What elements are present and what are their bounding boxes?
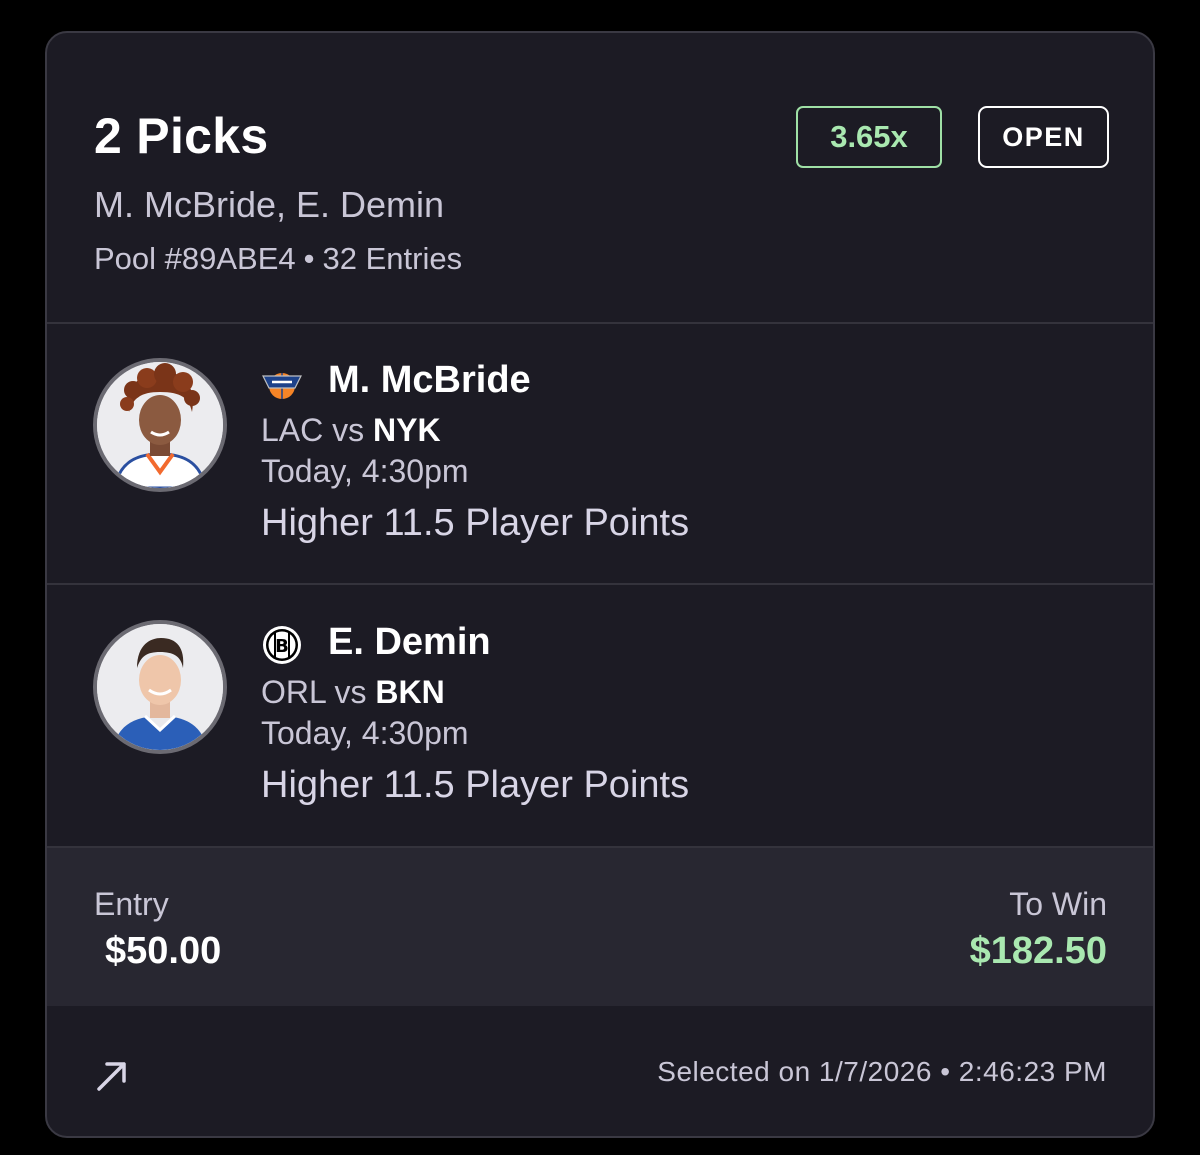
to-win-label: To Win — [1009, 886, 1107, 922]
versus-label: vs — [332, 412, 365, 448]
pool-id: Pool #89ABE4 — [94, 241, 296, 276]
entry-totals-panel: Entry $50.00 To Win $182.50 — [47, 846, 1153, 1006]
prop-line: Higher 11.5 Player Points — [261, 764, 690, 806]
pool-info: Pool #89ABE4 • 32 Entries — [94, 241, 462, 277]
players-summary: M. McBride, E. Demin — [94, 184, 445, 225]
entry-card[interactable]: 2 Picks M. McBride, E. Demin Pool #89ABE… — [45, 31, 1155, 1138]
entry-header: 2 Picks M. McBride, E. Demin Pool #89ABE… — [47, 33, 1153, 324]
player-headshot-image — [97, 362, 223, 488]
home-team: NYK — [373, 412, 441, 448]
entry-footer: Selected on 1/7/2026 • 2:46:23 PM — [47, 1006, 1153, 1136]
game-time: Today, 4:30pm — [261, 715, 469, 751]
matchup: LAC vs NYK — [261, 412, 441, 449]
to-win-amount: $182.50 — [969, 930, 1107, 972]
home-team: BKN — [375, 674, 445, 710]
player-name: E. Demin — [328, 621, 491, 663]
entry-amount: $50.00 — [105, 930, 222, 972]
player-avatar — [93, 620, 227, 754]
picks-title: 2 Picks — [94, 108, 269, 164]
selected-timestamp: Selected on 1/7/2026 • 2:46:23 PM — [657, 1056, 1107, 1087]
player-headshot-image — [97, 624, 223, 750]
entries-count: 32 Entries — [322, 241, 463, 276]
away-team: ORL — [261, 674, 326, 710]
knicks-logo-icon — [261, 362, 303, 404]
versus-label: vs — [334, 674, 367, 710]
game-time: Today, 4:30pm — [261, 453, 469, 489]
player-name: M. McBride — [328, 359, 531, 401]
status-badge: OPEN — [978, 106, 1109, 168]
nets-logo-icon: B — [261, 624, 303, 666]
away-team: LAC — [261, 412, 324, 448]
matchup: ORL vs BKN — [261, 674, 445, 711]
prop-line: Higher 11.5 Player Points — [261, 502, 690, 544]
separator-dot: • — [303, 241, 315, 276]
entry-label: Entry — [94, 886, 169, 922]
payout-multiplier-badge: 3.65x — [796, 106, 942, 168]
player-avatar — [93, 358, 227, 492]
share-arrow-icon[interactable] — [94, 1058, 130, 1094]
svg-text:B: B — [275, 636, 289, 657]
pick-row[interactable]: B E. Demin ORL vs BKN Today, 4:30pm High… — [47, 586, 1153, 847]
pick-row[interactable]: M. McBride LAC vs NYK Today, 4:30pm High… — [47, 324, 1153, 585]
